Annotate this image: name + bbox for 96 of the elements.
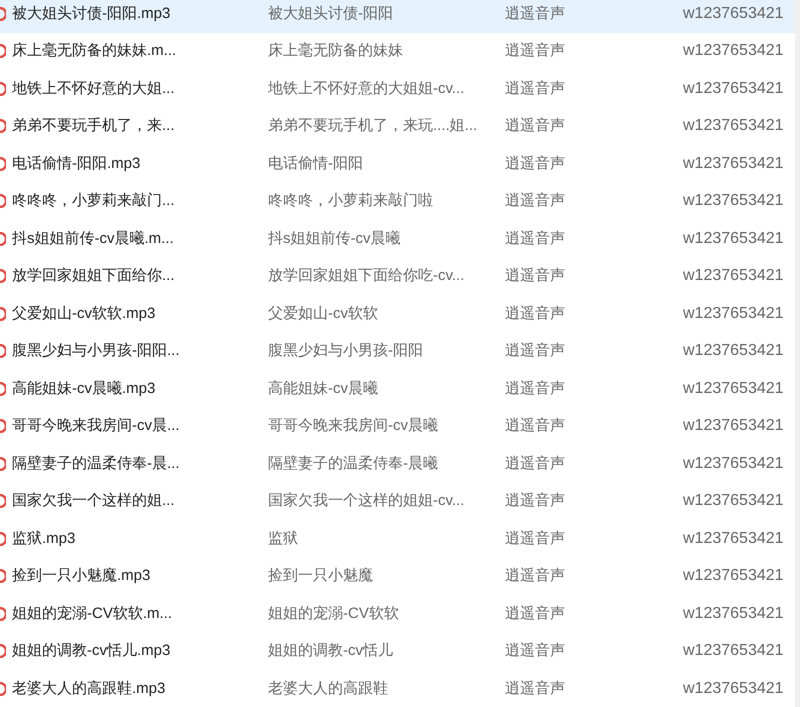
file-name: 父爱如山-cv软软.mp3 bbox=[12, 304, 156, 324]
album-cell-text: w1237653421 bbox=[683, 378, 784, 399]
audio-file-icon bbox=[0, 682, 6, 696]
title-cell-text: 咚咚咚，小萝莉来敲门啦 bbox=[268, 191, 434, 211]
artist-cell-text: 逍遥音声 bbox=[505, 378, 566, 398]
title-cell-text: 电话偷情-阳阳 bbox=[268, 154, 364, 174]
title-cell-text: 捡到一只小魅魔 bbox=[268, 566, 374, 586]
file-name: 监狱.mp3 bbox=[12, 528, 76, 548]
audio-file-icon bbox=[0, 532, 6, 546]
artist-cell-text: 逍遥音声 bbox=[505, 641, 566, 661]
audio-file-icon bbox=[0, 606, 6, 621]
album-cell-text: w1237653421 bbox=[683, 266, 784, 286]
title-cell-text: 姐姐的宠溺-CV软软 bbox=[268, 604, 400, 624]
album-cell-text: w1237653421 bbox=[683, 416, 784, 436]
album-cell-text: w1237653421 bbox=[683, 491, 784, 512]
file-name: 老婆大人的高跟鞋.mp3 bbox=[12, 678, 166, 698]
audio-file-icon bbox=[0, 306, 6, 321]
title-cell-text: 国家欠我一个这样的姐姐-cv... bbox=[268, 491, 466, 511]
artist-cell-text: 逍遥音声 bbox=[505, 228, 566, 248]
album-cell-text: w1237653421 bbox=[683, 304, 784, 324]
audio-file-icon bbox=[0, 6, 6, 21]
audio-file-icon bbox=[0, 232, 6, 246]
file-name: 高能姐妹-cv晨曦.mp3 bbox=[12, 378, 156, 398]
file-name: 弟弟不要玩手机了，来... bbox=[12, 116, 176, 136]
artist-cell-text: 逍遥音声 bbox=[505, 491, 566, 511]
artist-cell-text: 逍遥音声 bbox=[505, 154, 566, 174]
album-cell-text: w1237653421 bbox=[683, 566, 784, 586]
audio-file-icon bbox=[0, 344, 6, 358]
album-cell-text: w1237653421 bbox=[683, 154, 784, 174]
audio-file-icon bbox=[0, 494, 6, 508]
artist-cell-text: 逍遥音声 bbox=[505, 266, 566, 286]
file-name: 电话偷情-阳阳.mp3 bbox=[12, 154, 142, 174]
artist-cell-text: 逍遥音声 bbox=[505, 416, 566, 436]
artist-cell-text: 逍遥音声 bbox=[505, 78, 566, 98]
audio-file-icon bbox=[0, 644, 6, 658]
audio-file-icon bbox=[0, 194, 6, 208]
audio-file-icon bbox=[0, 119, 6, 134]
artist-cell-text: 逍遥音声 bbox=[505, 528, 566, 548]
album-cell-text: w1237653421 bbox=[683, 116, 784, 136]
audio-file-icon bbox=[0, 44, 6, 58]
title-cell-text: 床上毫无防备的妹妹 bbox=[268, 41, 404, 61]
album-cell-text: w1237653421 bbox=[683, 41, 784, 62]
audio-file-icon bbox=[0, 382, 6, 396]
title-cell-text: 被大姐头讨债-阳阳 bbox=[268, 4, 394, 24]
audio-file-icon bbox=[0, 456, 6, 471]
album-cell-text: w1237653421 bbox=[683, 678, 784, 699]
album-cell-text: w1237653421 bbox=[683, 604, 784, 624]
title-cell-text: 放学回家姐姐下面给你吃-cv... bbox=[268, 266, 466, 286]
audio-file-icon bbox=[0, 269, 6, 284]
file-name: 抖s姐姐前传-cv晨曦.m... bbox=[12, 228, 175, 248]
file-name: 咚咚咚，小萝莉来敲门... bbox=[12, 191, 176, 211]
title-cell-text: 父爱如山-cv软软 bbox=[268, 304, 379, 324]
title-cell-text: 监狱 bbox=[268, 528, 299, 548]
file-name: 哥哥今晚来我房间-cv晨... bbox=[12, 416, 180, 436]
title-cell-text: 腹黑少妇与小男孩-阳阳 bbox=[268, 341, 424, 361]
audio-file-icon bbox=[0, 82, 6, 96]
album-cell-text: w1237653421 bbox=[683, 78, 784, 99]
album-cell-text: w1237653421 bbox=[683, 191, 784, 212]
title-cell-text: 哥哥今晚来我房间-cv晨曦 bbox=[268, 416, 439, 436]
artist-cell-text: 逍遥音声 bbox=[505, 566, 566, 586]
artist-cell-text: 逍遥音声 bbox=[505, 454, 566, 474]
artist-cell-text: 逍遥音声 bbox=[505, 116, 566, 136]
file-name: 地铁上不怀好意的大姐... bbox=[12, 78, 176, 98]
title-cell-text: 隔壁妻子的温柔侍奉-晨曦 bbox=[268, 454, 439, 474]
file-name: 隔壁妻子的温柔侍奉-晨... bbox=[12, 454, 180, 474]
artist-cell-text: 逍遥音声 bbox=[505, 304, 566, 324]
file-name: 被大姐头讨债-阳阳.mp3 bbox=[12, 4, 172, 24]
file-name: 姐姐的调教-cv恬儿.mp3 bbox=[12, 641, 172, 661]
album-cell-text: w1237653421 bbox=[683, 4, 784, 24]
audio-file-icon bbox=[0, 419, 6, 434]
file-row[interactable]: 被大姐头讨债-阳阳.mp3 被大姐头讨债-阳阳 逍遥音声 w1237653421 bbox=[0, 0, 795, 32]
file-name: 放学回家姐姐下面给你... bbox=[12, 266, 176, 286]
album-cell-text: w1237653421 bbox=[683, 641, 784, 662]
title-cell-text: 地铁上不怀好意的大姐姐-cv... bbox=[268, 78, 466, 98]
artist-cell-text: 逍遥音声 bbox=[505, 341, 566, 361]
title-cell-text: 高能姐妹-cv晨曦 bbox=[268, 378, 379, 398]
artist-cell-text: 逍遥音声 bbox=[505, 41, 566, 61]
artist-cell-text: 逍遥音声 bbox=[505, 4, 566, 24]
file-name: 腹黑少妇与小男孩-阳阳... bbox=[12, 341, 180, 361]
file-name: 捡到一只小魅魔.mp3 bbox=[12, 566, 152, 586]
artist-cell-text: 逍遥音声 bbox=[505, 191, 566, 211]
title-cell-text: 老婆大人的高跟鞋 bbox=[268, 678, 389, 698]
audio-file-icon bbox=[0, 156, 6, 171]
file-name: 姐姐的宠溺-CV软软.m... bbox=[12, 604, 173, 624]
title-cell-text: 姐姐的调教-cv恬儿 bbox=[268, 641, 394, 661]
album-cell-text: w1237653421 bbox=[683, 341, 784, 362]
album-cell-text: w1237653421 bbox=[683, 228, 784, 249]
file-name: 床上毫无防备的妹妹.m... bbox=[12, 41, 178, 61]
audio-file-icon bbox=[0, 569, 6, 584]
artist-cell-text: 逍遥音声 bbox=[505, 604, 566, 624]
title-cell-text: 抖s姐姐前传-cv晨曦 bbox=[268, 228, 402, 248]
file-name: 国家欠我一个这样的姐... bbox=[12, 491, 176, 511]
album-cell-text: w1237653421 bbox=[683, 454, 784, 474]
artist-cell-text: 逍遥音声 bbox=[505, 678, 566, 698]
title-cell-text: 弟弟不要玩手机了，来玩....姐... bbox=[268, 116, 478, 136]
album-cell-text: w1237653421 bbox=[683, 528, 784, 549]
